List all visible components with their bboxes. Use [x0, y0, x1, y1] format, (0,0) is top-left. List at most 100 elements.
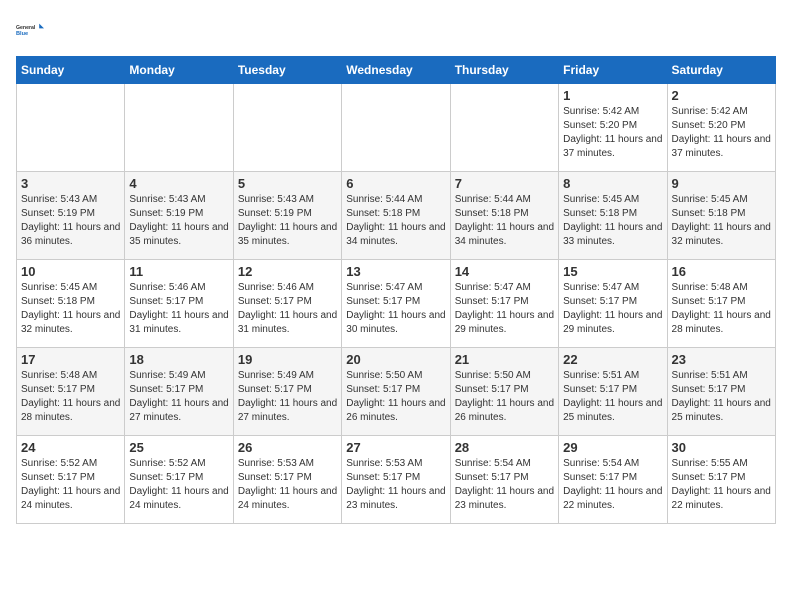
day-info: Sunrise: 5:53 AMSunset: 5:17 PMDaylight:… — [346, 457, 445, 513]
weekday-header-saturday: Saturday — [667, 57, 775, 84]
page-header: General Blue — [16, 16, 776, 44]
calendar-cell: 2 Sunrise: 5:42 AMSunset: 5:20 PMDaylight… — [667, 84, 775, 172]
calendar-cell — [125, 84, 233, 172]
day-info: Sunrise: 5:44 AMSunset: 5:18 PMDaylight:… — [455, 193, 554, 249]
header-row: SundayMondayTuesdayWednesdayThursdayFrid… — [17, 57, 776, 84]
day-info: Sunrise: 5:42 AMSunset: 5:20 PMDaylight:… — [672, 105, 771, 161]
day-number: 11 — [129, 264, 228, 279]
calendar-cell: 1Sunrise: 5:42 AMSunset: 5:20 PMDaylight… — [559, 84, 667, 172]
svg-text:General: General — [16, 25, 36, 31]
day-info: Sunrise: 5:46 AMSunset: 5:17 PMDaylight:… — [129, 281, 228, 337]
day-number: 14 — [455, 264, 554, 279]
calendar-cell: 3 Sunrise: 5:43 AMSunset: 5:19 PMDaylight… — [17, 172, 125, 260]
day-info: Sunrise: 5:45 AMSunset: 5:18 PMDaylight:… — [672, 193, 771, 249]
weekday-header-friday: Friday — [559, 57, 667, 84]
day-info: Sunrise: 5:53 AMSunset: 5:17 PMDaylight:… — [238, 457, 337, 513]
calendar-cell: 13Sunrise: 5:47 AMSunset: 5:17 PMDayligh… — [342, 260, 450, 348]
calendar-cell: 4 Sunrise: 5:43 AMSunset: 5:19 PMDaylight… — [125, 172, 233, 260]
day-info: Sunrise: 5:47 AMSunset: 5:17 PMDaylight:… — [455, 281, 554, 337]
calendar-cell — [342, 84, 450, 172]
day-number: 24 — [21, 440, 120, 455]
calendar-table: SundayMondayTuesdayWednesdayThursdayFrid… — [16, 56, 776, 524]
day-number: 27 — [346, 440, 445, 455]
calendar-cell: 14 Sunrise: 5:47 AMSunset: 5:17 PMDayligh… — [450, 260, 558, 348]
logo: General Blue — [16, 16, 44, 44]
calendar-cell — [450, 84, 558, 172]
day-number: 15 — [563, 264, 662, 279]
day-number: 18 — [129, 352, 228, 367]
weekday-header-thursday: Thursday — [450, 57, 558, 84]
calendar-cell: 7 Sunrise: 5:44 AMSunset: 5:18 PMDaylight… — [450, 172, 558, 260]
calendar-cell: 12 Sunrise: 5:46 AMSunset: 5:17 PMDayligh… — [233, 260, 341, 348]
day-number: 13 — [346, 264, 445, 279]
calendar-cell: 15 Sunrise: 5:47 AMSunset: 5:17 PMDayligh… — [559, 260, 667, 348]
day-number: 29 — [563, 440, 662, 455]
day-info: Sunrise: 5:49 AMSunset: 5:17 PMDaylight:… — [129, 369, 228, 425]
calendar-cell: 8 Sunrise: 5:45 AMSunset: 5:18 PMDaylight… — [559, 172, 667, 260]
calendar-cell: 18 Sunrise: 5:49 AMSunset: 5:17 PMDayligh… — [125, 348, 233, 436]
day-number: 16 — [672, 264, 771, 279]
day-number: 23 — [672, 352, 771, 367]
weekday-header-tuesday: Tuesday — [233, 57, 341, 84]
day-number: 8 — [563, 176, 662, 191]
week-row: 1 Sunrise: 5:42 AMSunset: 5:20 PMDaylight… — [17, 84, 776, 172]
day-number: 4 — [129, 176, 228, 191]
week-row: 24 Sunrise: 5:52 AMSunset: 5:17 PMDayligh… — [17, 436, 776, 524]
day-number: 28 — [455, 440, 554, 455]
calendar-cell: 30 Sunrise: 5:55 AMSunset: 5:17 PMDayligh… — [667, 436, 775, 524]
weekday-header-monday: Monday — [125, 57, 233, 84]
weekday-header-wednesday: Wednesday — [342, 57, 450, 84]
day-info: Sunrise: 5:43 AMSunset: 5:19 PMDaylight:… — [21, 193, 120, 249]
day-number: 30 — [672, 440, 771, 455]
day-number: 3 — [21, 176, 120, 191]
day-number: 1 — [563, 88, 662, 103]
day-number: 5 — [238, 176, 337, 191]
calendar-cell: 19Sunrise: 5:49 AMSunset: 5:17 PMDayligh… — [233, 348, 341, 436]
calendar-cell: 25 Sunrise: 5:52 AMSunset: 5:17 PMDayligh… — [125, 436, 233, 524]
day-number: 19 — [238, 352, 337, 367]
calendar-cell: 20Sunrise: 5:50 AMSunset: 5:17 PMDayligh… — [342, 348, 450, 436]
day-number: 9 — [672, 176, 771, 191]
calendar-cell: 10Sunrise: 5:45 AMSunset: 5:18 PMDayligh… — [17, 260, 125, 348]
calendar-cell: 22Sunrise: 5:51 AMSunset: 5:17 PMDayligh… — [559, 348, 667, 436]
calendar-cell: 23Sunrise: 5:51 AMSunset: 5:17 PMDayligh… — [667, 348, 775, 436]
day-info: Sunrise: 5:45 AMSunset: 5:18 PMDaylight:… — [563, 193, 662, 249]
calendar-cell: 27 Sunrise: 5:53 AMSunset: 5:17 PMDayligh… — [342, 436, 450, 524]
day-number: 25 — [129, 440, 228, 455]
day-number: 17 — [21, 352, 120, 367]
calendar-cell: 28 Sunrise: 5:54 AMSunset: 5:17 PMDayligh… — [450, 436, 558, 524]
day-info: Sunrise: 5:50 AMSunset: 5:17 PMDaylight:… — [455, 369, 554, 425]
day-number: 7 — [455, 176, 554, 191]
day-info: Sunrise: 5:46 AMSunset: 5:17 PMDaylight:… — [238, 281, 337, 337]
calendar-cell: 24Sunrise: 5:52 AMSunset: 5:17 PMDayligh… — [17, 436, 125, 524]
calendar-cell: 21 Sunrise: 5:50 AMSunset: 5:17 PMDayligh… — [450, 348, 558, 436]
calendar-cell: 9 Sunrise: 5:45 AMSunset: 5:18 PMDaylight… — [667, 172, 775, 260]
day-info: Sunrise: 5:48 AMSunset: 5:17 PMDaylight:… — [672, 281, 771, 337]
day-info: Sunrise: 5:55 AMSunset: 5:17 PMDaylight:… — [672, 457, 771, 513]
day-info: Sunrise: 5:47 AMSunset: 5:17 PMDaylight:… — [563, 281, 662, 337]
day-info: Sunrise: 5:52 AMSunset: 5:17 PMDaylight:… — [129, 457, 228, 513]
day-info: Sunrise: 5:43 AMSunset: 5:19 PMDaylight:… — [238, 193, 337, 249]
week-row: 10Sunrise: 5:45 AMSunset: 5:18 PMDayligh… — [17, 260, 776, 348]
calendar-cell: 17 Sunrise: 5:48 AMSunset: 5:17 PMDayligh… — [17, 348, 125, 436]
day-info: Sunrise: 5:45 AMSunset: 5:18 PMDaylight:… — [21, 281, 120, 337]
calendar-cell: 26 Sunrise: 5:53 AMSunset: 5:17 PMDayligh… — [233, 436, 341, 524]
week-row: 3 Sunrise: 5:43 AMSunset: 5:19 PMDaylight… — [17, 172, 776, 260]
calendar-cell: 16 Sunrise: 5:48 AMSunset: 5:17 PMDayligh… — [667, 260, 775, 348]
day-number: 2 — [672, 88, 771, 103]
day-info: Sunrise: 5:44 AMSunset: 5:18 PMDaylight:… — [346, 193, 445, 249]
day-info: Sunrise: 5:43 AMSunset: 5:19 PMDaylight:… — [129, 193, 228, 249]
calendar-cell: 6Sunrise: 5:44 AMSunset: 5:18 PMDaylight… — [342, 172, 450, 260]
day-number: 26 — [238, 440, 337, 455]
calendar-cell: 29 Sunrise: 5:54 AMSunset: 5:17 PMDayligh… — [559, 436, 667, 524]
day-number: 12 — [238, 264, 337, 279]
day-info: Sunrise: 5:54 AMSunset: 5:17 PMDaylight:… — [563, 457, 662, 513]
day-info: Sunrise: 5:54 AMSunset: 5:17 PMDaylight:… — [455, 457, 554, 513]
day-number: 21 — [455, 352, 554, 367]
calendar-cell: 5 Sunrise: 5:43 AMSunset: 5:19 PMDaylight… — [233, 172, 341, 260]
day-info: Sunrise: 5:50 AMSunset: 5:17 PMDaylight:… — [346, 369, 445, 425]
day-info: Sunrise: 5:48 AMSunset: 5:17 PMDaylight:… — [21, 369, 120, 425]
svg-text:Blue: Blue — [16, 31, 28, 37]
logo-icon: General Blue — [16, 16, 44, 44]
day-info: Sunrise: 5:51 AMSunset: 5:17 PMDaylight:… — [563, 369, 662, 425]
